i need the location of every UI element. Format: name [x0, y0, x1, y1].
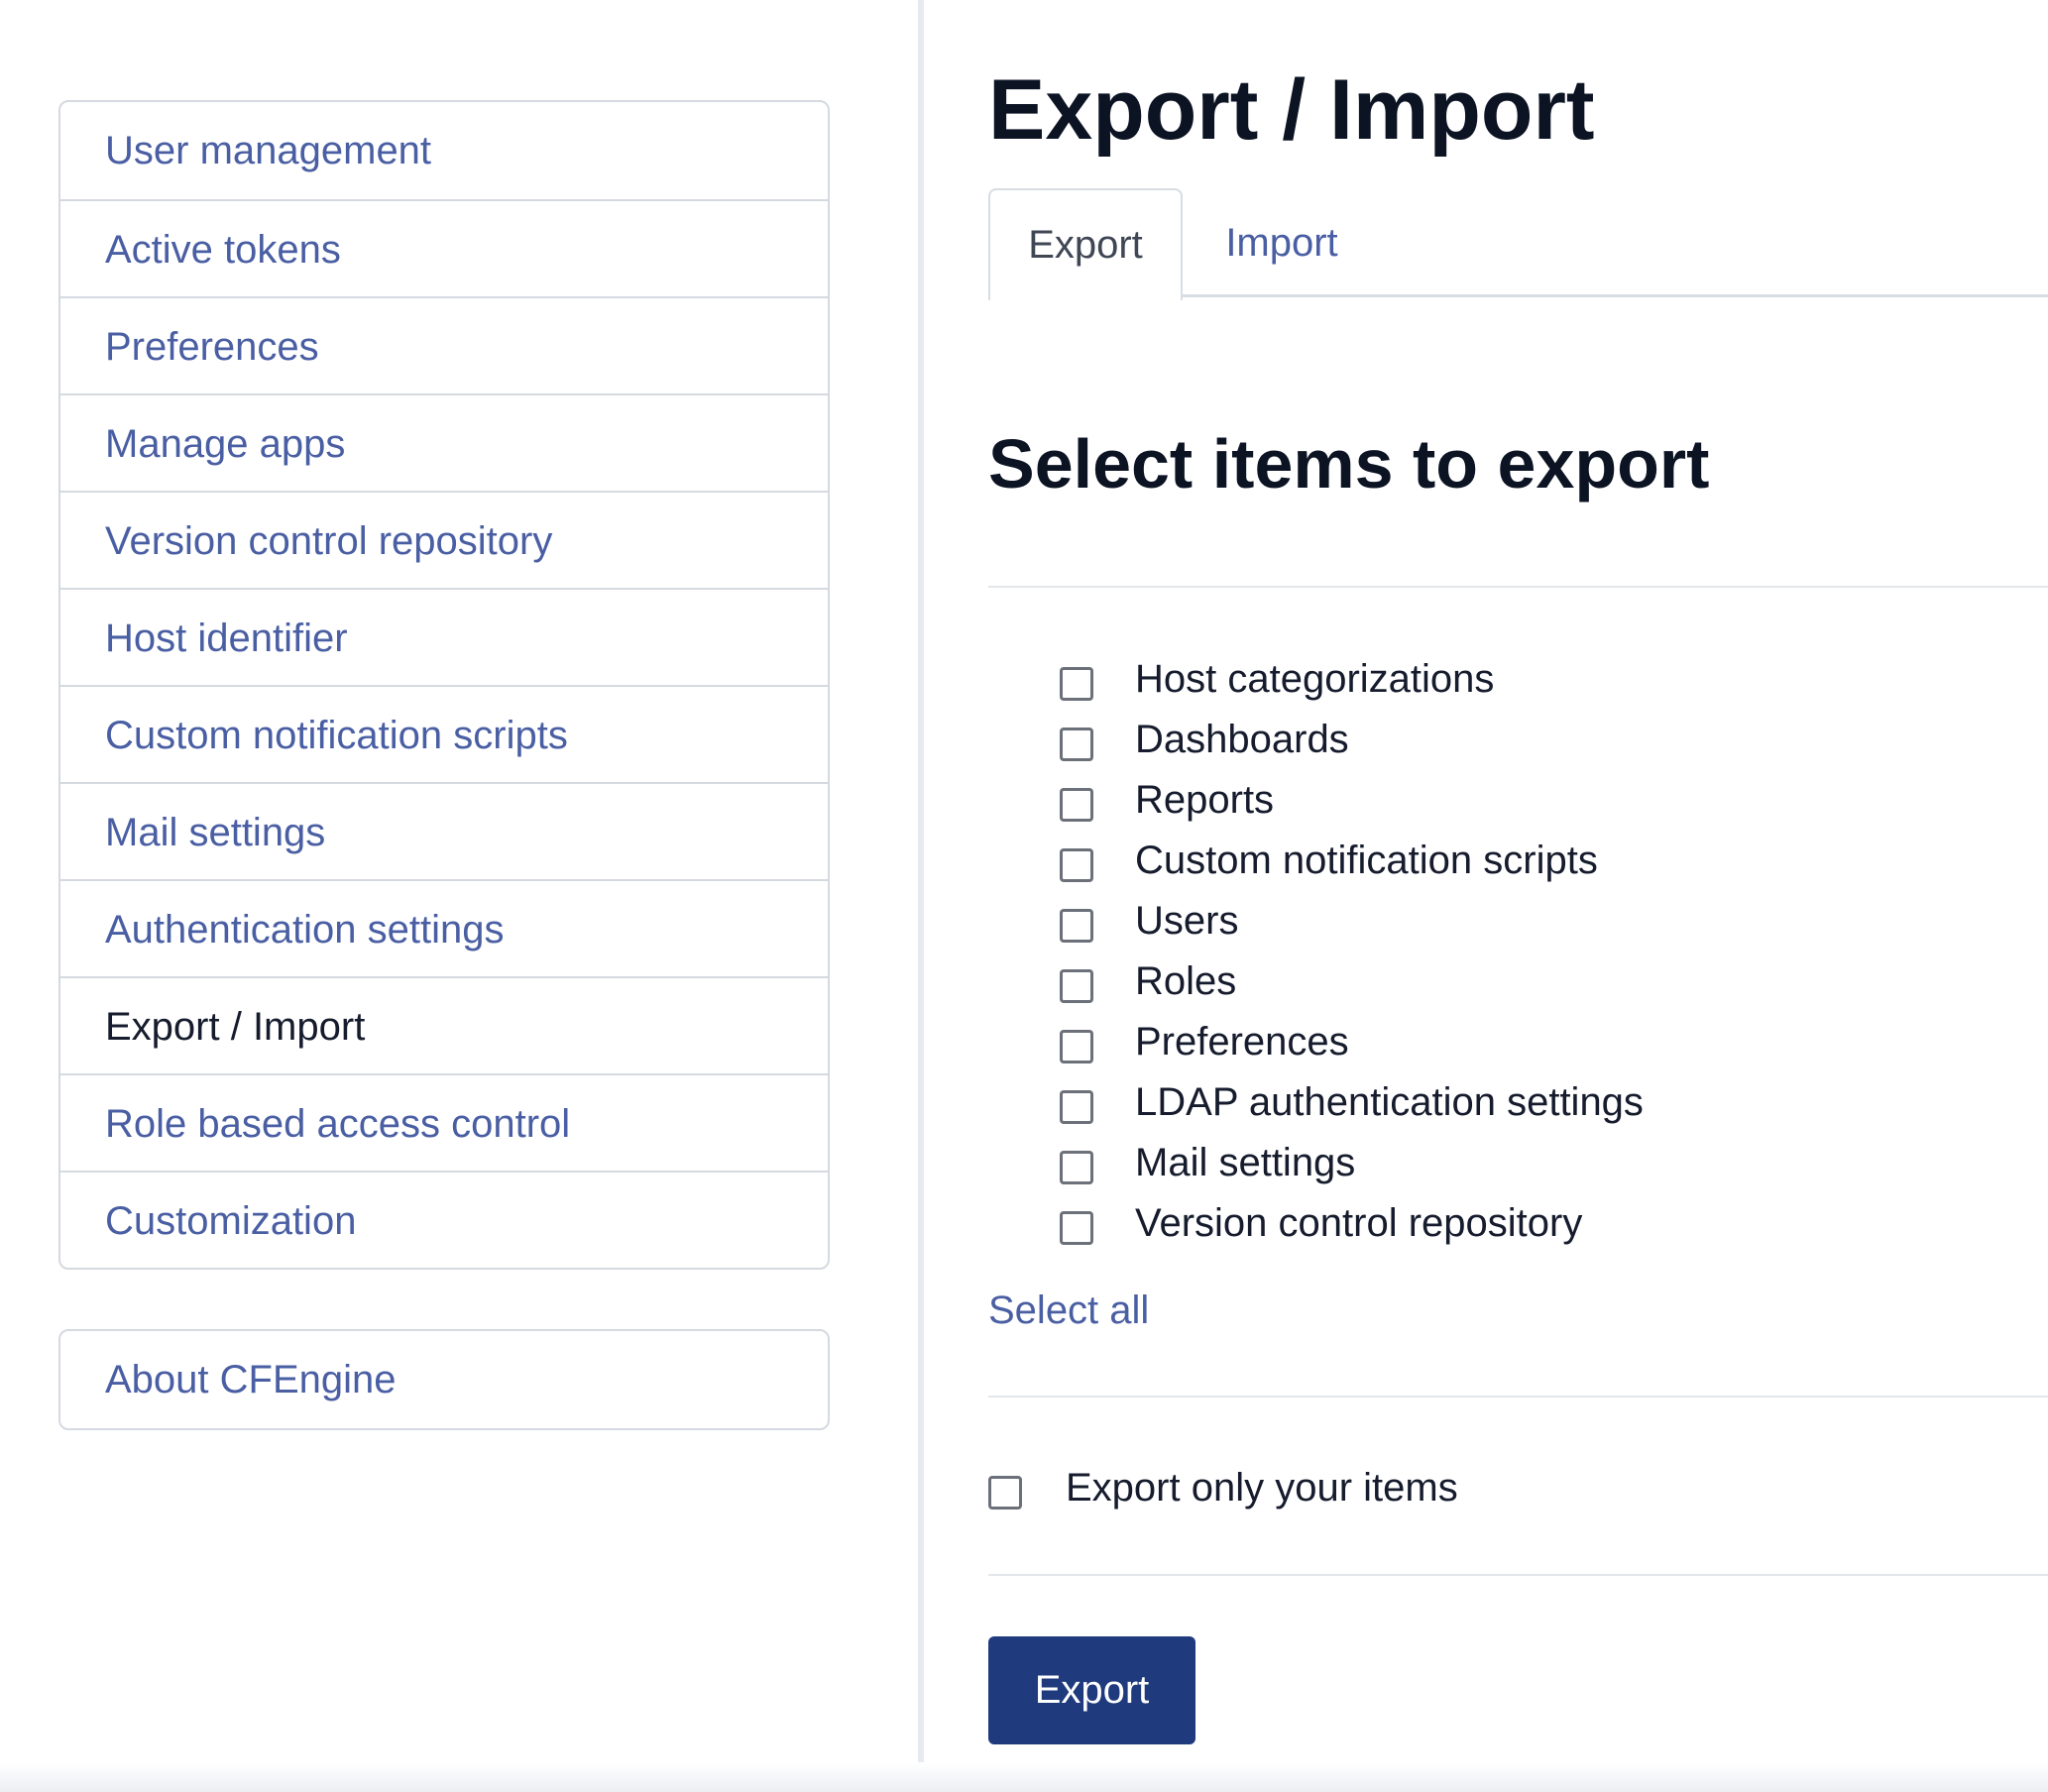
sidebar-item-manage-apps[interactable]: Manage apps: [60, 393, 828, 491]
dashboards-checkbox[interactable]: [1060, 728, 1093, 761]
export-item-label[interactable]: Roles: [1135, 952, 1236, 1012]
tab-export[interactable]: Export: [988, 188, 1183, 300]
export-item-dashboards: Dashboards: [1060, 710, 1952, 770]
export-item-version-control-repository: Version control repository: [1060, 1193, 1952, 1254]
settings-nav: User management Active tokens Preference…: [58, 100, 830, 1270]
export-only-own-items-label[interactable]: Export only your items: [1066, 1458, 1458, 1518]
reports-checkbox[interactable]: [1060, 788, 1093, 822]
sidebar-item-customization[interactable]: Customization: [60, 1171, 828, 1268]
sidebar-item-preferences[interactable]: Preferences: [60, 296, 828, 393]
export-only-own-items-checkbox[interactable]: [988, 1476, 1022, 1510]
section-title: Select items to export: [988, 425, 1710, 503]
users-checkbox[interactable]: [1060, 909, 1093, 943]
export-item-label[interactable]: Preferences: [1135, 1012, 1349, 1072]
export-only-own-items-option: Export only your items: [988, 1458, 1880, 1518]
sidebar-item-role-based-access-control[interactable]: Role based access control: [60, 1073, 828, 1171]
export-item-label[interactable]: Dashboards: [1135, 710, 1349, 770]
tab-bar: Export Import: [988, 188, 2048, 300]
settings-sidebar: User management Active tokens Preference…: [0, 0, 918, 1792]
divider: [988, 1574, 2048, 1576]
mail-settings-checkbox[interactable]: [1060, 1151, 1093, 1184]
host-categorizations-checkbox[interactable]: [1060, 667, 1093, 701]
export-item-host-categorizations: Host categorizations: [1060, 649, 1952, 710]
sidebar-item-mail-settings[interactable]: Mail settings: [60, 782, 828, 879]
export-items-list: Host categorizations Dashboards Reports …: [1060, 649, 1952, 1254]
sidebar-divider: [918, 0, 924, 1792]
sidebar-item-active-tokens[interactable]: Active tokens: [60, 199, 828, 296]
sidebar-item-host-identifier[interactable]: Host identifier: [60, 588, 828, 685]
version-control-repository-checkbox[interactable]: [1060, 1211, 1093, 1245]
export-item-label[interactable]: Custom notification scripts: [1135, 831, 1598, 891]
about-nav: About CFEngine: [58, 1329, 830, 1430]
export-item-label[interactable]: Host categorizations: [1135, 649, 1494, 710]
sidebar-item-version-control-repository[interactable]: Version control repository: [60, 491, 828, 588]
export-item-roles: Roles: [1060, 952, 1952, 1012]
export-button[interactable]: Export: [988, 1636, 1195, 1744]
preferences-checkbox[interactable]: [1060, 1030, 1093, 1064]
export-item-mail-settings: Mail settings: [1060, 1133, 1952, 1193]
export-item-label[interactable]: LDAP authentication settings: [1135, 1072, 1644, 1133]
export-item-label[interactable]: Reports: [1135, 770, 1274, 831]
export-item-ldap-authentication-settings: LDAP authentication settings: [1060, 1072, 1952, 1133]
bottom-edge: [0, 1762, 2048, 1792]
sidebar-item-export-import[interactable]: Export / Import: [60, 976, 828, 1073]
divider: [988, 1396, 2048, 1398]
page-title: Export / Import: [988, 62, 1595, 158]
export-item-label[interactable]: Mail settings: [1135, 1133, 1355, 1193]
export-item-label[interactable]: Users: [1135, 891, 1238, 952]
main-content: Export / Import Export Import Select ite…: [988, 0, 2048, 1792]
export-item-reports: Reports: [1060, 770, 1952, 831]
tab-import[interactable]: Import: [1183, 188, 1381, 297]
custom-notification-scripts-checkbox[interactable]: [1060, 848, 1093, 882]
export-item-label[interactable]: Version control repository: [1135, 1193, 1582, 1254]
divider: [988, 586, 2048, 588]
roles-checkbox[interactable]: [1060, 969, 1093, 1003]
export-item-custom-notification-scripts: Custom notification scripts: [1060, 831, 1952, 891]
ldap-authentication-settings-checkbox[interactable]: [1060, 1090, 1093, 1124]
sidebar-item-custom-notification-scripts[interactable]: Custom notification scripts: [60, 685, 828, 782]
sidebar-item-user-management[interactable]: User management: [60, 102, 828, 199]
select-all-link[interactable]: Select all: [988, 1281, 1149, 1340]
export-item-users: Users: [1060, 891, 1952, 952]
sidebar-item-about-cfengine[interactable]: About CFEngine: [60, 1331, 828, 1428]
export-item-preferences: Preferences: [1060, 1012, 1952, 1072]
sidebar-item-authentication-settings[interactable]: Authentication settings: [60, 879, 828, 976]
